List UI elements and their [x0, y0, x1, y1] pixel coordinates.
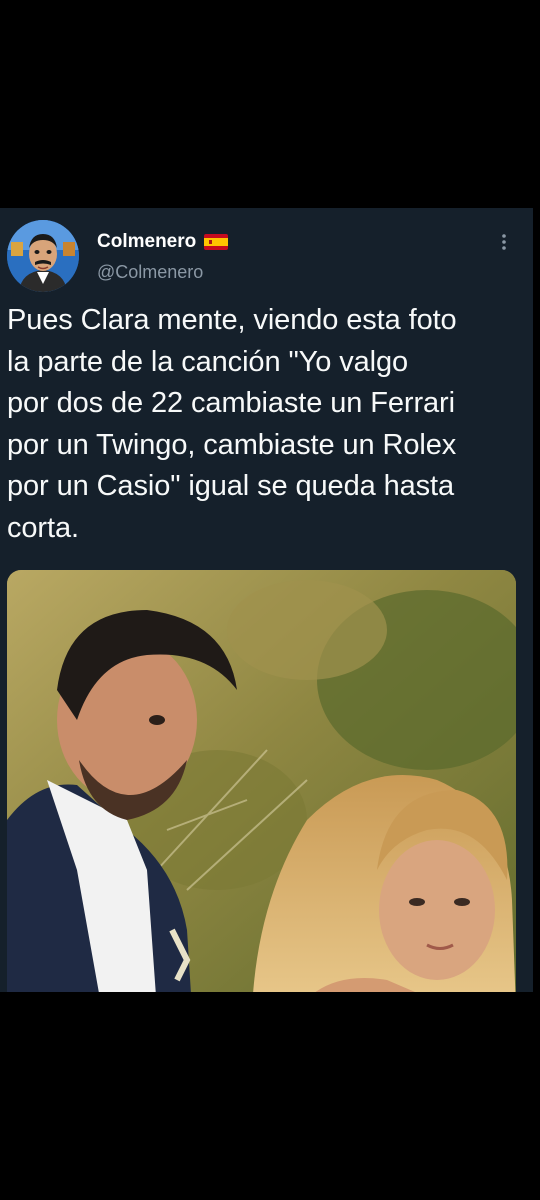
photo-image: [7, 570, 516, 992]
tweet-card[interactable]: Colmenero @Colmenero Pues Clara mente, v…: [0, 208, 533, 992]
tweet-photo[interactable]: [7, 570, 516, 992]
avatar-image: [7, 220, 79, 292]
spain-flag-icon: [204, 234, 229, 250]
vertical-ellipsis-icon: [502, 234, 506, 250]
tweet-text: Pues Clara mente, viendo esta foto la pa…: [7, 304, 457, 544]
display-name[interactable]: Colmenero: [97, 230, 196, 254]
tweet-header: Colmenero @Colmenero: [0, 208, 533, 298]
phone-screen: Colmenero @Colmenero Pues Clara mente, v…: [0, 0, 540, 1200]
name-row: Colmenero: [97, 230, 229, 254]
user-handle[interactable]: @Colmenero: [97, 261, 203, 283]
more-options-button[interactable]: [492, 230, 516, 254]
avatar[interactable]: [7, 220, 79, 292]
